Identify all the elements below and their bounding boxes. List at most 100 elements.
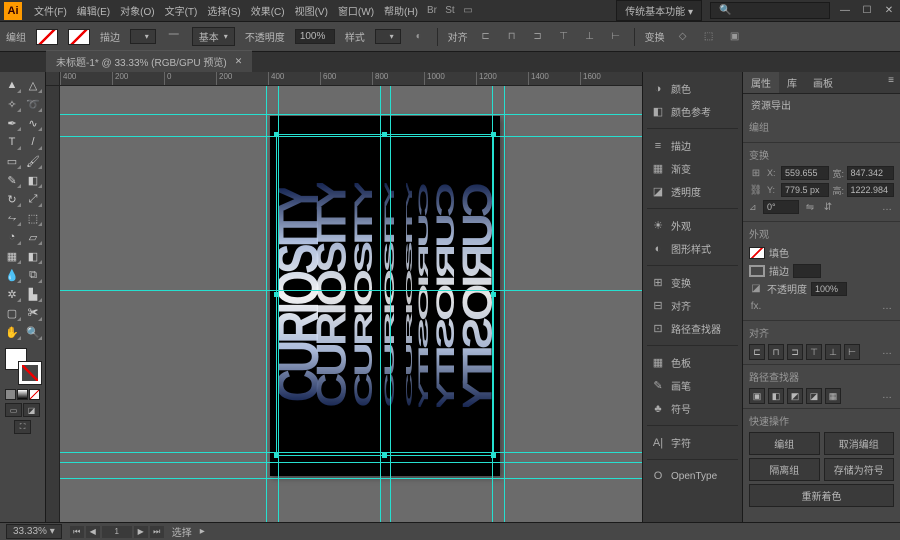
tab-artboards[interactable]: 画板	[805, 72, 841, 93]
stroke-menu[interactable]: 描边	[100, 29, 120, 44]
fx-label[interactable]: fx.	[749, 299, 763, 313]
pf-divide[interactable]: ▦	[825, 388, 841, 404]
slice-tool[interactable]: ✀	[23, 304, 43, 322]
prev-artboard[interactable]: ◀	[86, 526, 100, 538]
shape-builder-tool[interactable]: ◔	[2, 228, 22, 246]
isolate-icon[interactable]: ◇	[675, 29, 691, 45]
align-bottom-icon[interactable]: ⊢	[608, 29, 624, 45]
mesh-tool[interactable]: ▦	[2, 247, 22, 265]
panel-pathfinder[interactable]: ⊡路径查找器	[643, 318, 742, 339]
curvature-tool[interactable]: ∿	[23, 114, 43, 132]
blend-tool[interactable]: ⧉	[23, 266, 43, 284]
hand-tool[interactable]: ✋	[2, 323, 22, 341]
align-left-icon[interactable]: ⊏	[478, 29, 494, 45]
clip-icon[interactable]: ⬚	[701, 29, 717, 45]
tab-libraries[interactable]: 库	[779, 72, 805, 93]
style-label[interactable]: 样式	[345, 29, 365, 44]
guide-v[interactable]	[380, 86, 381, 522]
menu-effect[interactable]: 效果(C)	[247, 1, 289, 20]
workspace-switcher[interactable]: 传统基本功能 ▾	[616, 0, 702, 21]
y-input[interactable]	[781, 183, 829, 197]
menu-file[interactable]: 文件(F)	[30, 1, 71, 20]
menu-edit[interactable]: 编辑(E)	[73, 1, 114, 20]
qa-ungroup[interactable]: 取消编组	[824, 432, 895, 455]
panel-character[interactable]: A|字符	[643, 432, 742, 453]
tab-asset-export[interactable]: 资源导出	[743, 94, 799, 115]
align-hc-icon[interactable]: ⊓	[504, 29, 520, 45]
panel-appearance[interactable]: ☀外观	[643, 215, 742, 236]
zoom-level[interactable]: 33.33% ▾	[6, 524, 62, 539]
arrange-icon[interactable]: ▭	[460, 3, 476, 19]
panel-graphic-styles[interactable]: ◐图形样式	[643, 238, 742, 259]
ruler-vertical[interactable]	[46, 86, 60, 522]
ruler-origin[interactable]	[46, 72, 60, 86]
color-mode-solid[interactable]	[5, 389, 16, 400]
maximize-button[interactable]: ☐	[860, 4, 874, 18]
ref-point-icon[interactable]: ⊞	[749, 166, 763, 180]
qa-group[interactable]: 编组	[749, 432, 820, 455]
fill-stroke-control[interactable]	[5, 348, 41, 384]
menu-view[interactable]: 视图(V)	[291, 1, 332, 20]
color-mode-none[interactable]	[29, 389, 40, 400]
selection-tool[interactable]: ▲	[2, 76, 22, 94]
mask-icon[interactable]: ▣	[727, 29, 743, 45]
transform-label[interactable]: 变换	[645, 29, 665, 44]
qa-recolor[interactable]: 重新着色	[749, 484, 894, 507]
zoom-tool[interactable]: 🔍	[23, 323, 43, 341]
opacity-input[interactable]	[295, 29, 335, 44]
align-right[interactable]: ⊐	[787, 344, 803, 360]
draw-normal[interactable]: ▭	[5, 403, 22, 417]
style-dropdown[interactable]	[375, 29, 401, 44]
guide-v[interactable]	[278, 86, 279, 522]
flip-v-icon[interactable]: ⇵	[821, 200, 835, 214]
align-vc-icon[interactable]: ⊥	[582, 29, 598, 45]
h-input[interactable]	[847, 183, 895, 197]
lasso-tool[interactable]: ➰	[23, 95, 43, 113]
color-mode-gradient[interactable]	[17, 389, 28, 400]
stroke-weight-input[interactable]	[793, 264, 821, 278]
panel-transform[interactable]: ⊞变换	[643, 272, 742, 293]
minimize-button[interactable]: —	[838, 4, 852, 18]
direct-select-tool[interactable]: △	[23, 76, 43, 94]
more-pathfinder[interactable]: …	[880, 388, 894, 402]
artboard-tool[interactable]: ▢	[2, 304, 22, 322]
artboard-number[interactable]: 1	[102, 526, 132, 538]
fill-swatch[interactable]	[749, 247, 765, 259]
menu-select[interactable]: 选择(S)	[203, 1, 244, 20]
free-transform-tool[interactable]: ⬚	[23, 209, 43, 227]
gradient-tool[interactable]: ◧	[23, 247, 43, 265]
search-stock[interactable]: 🔍	[710, 2, 830, 19]
guide-h[interactable]	[60, 290, 642, 291]
flip-h-icon[interactable]: ⇋	[803, 200, 817, 214]
close-button[interactable]: ✕	[882, 4, 896, 18]
document-tab[interactable]: 未标题-1* @ 33.33% (RGB/GPU 预览) ✕	[46, 50, 252, 72]
ruler-horizontal[interactable]: 400 200 0 200 400 600 800 1000 1200 1400…	[60, 72, 642, 86]
first-artboard[interactable]: ⏮	[70, 526, 84, 538]
stroke-color[interactable]	[19, 362, 41, 384]
panel-symbols[interactable]: ♣符号	[643, 398, 742, 419]
more-appearance[interactable]: …	[880, 299, 894, 313]
menu-type[interactable]: 文字(T)	[161, 1, 202, 20]
brush-tool[interactable]: 🖌	[23, 152, 43, 170]
align-top-icon[interactable]: ⊤	[556, 29, 572, 45]
align-vc[interactable]: ⊥	[825, 344, 841, 360]
guide-h[interactable]	[60, 462, 642, 463]
menu-object[interactable]: 对象(O)	[116, 1, 158, 20]
pf-unite[interactable]: ▣	[749, 388, 765, 404]
panel-stroke[interactable]: ≡描边	[643, 135, 742, 156]
graph-tool[interactable]: ▙	[23, 285, 43, 303]
panel-align[interactable]: ⊟对齐	[643, 295, 742, 316]
guide-h[interactable]	[60, 114, 642, 115]
menu-help[interactable]: 帮助(H)	[380, 1, 422, 20]
guide-v[interactable]	[266, 86, 267, 522]
stroke-weight[interactable]	[130, 29, 156, 44]
x-input[interactable]	[781, 166, 829, 180]
stroke-swatch[interactable]	[68, 29, 90, 45]
type-tool[interactable]: T	[2, 133, 22, 151]
panel-swatches[interactable]: ▦色板	[643, 352, 742, 373]
angle-input[interactable]	[763, 200, 799, 214]
magic-wand-tool[interactable]: ✧	[2, 95, 22, 113]
guide-h[interactable]	[60, 452, 642, 453]
guide-v[interactable]	[390, 86, 391, 522]
rectangle-tool[interactable]: ▭	[2, 152, 22, 170]
